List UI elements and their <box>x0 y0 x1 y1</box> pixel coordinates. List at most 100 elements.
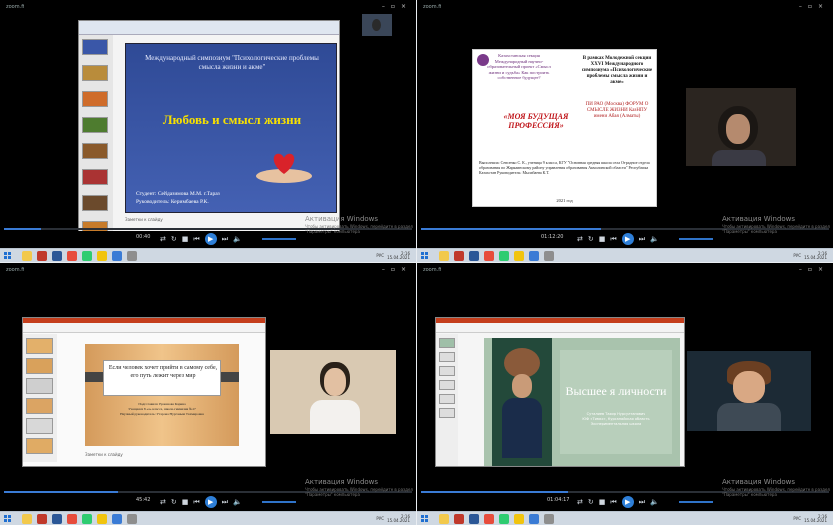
slide-thumb[interactable] <box>439 408 455 418</box>
whatsapp-icon[interactable] <box>499 514 509 524</box>
stop-icon[interactable]: ■ <box>599 497 606 508</box>
app-icon[interactable] <box>127 251 137 261</box>
slide-thumb[interactable] <box>82 117 108 133</box>
start-icon[interactable] <box>4 252 12 260</box>
slide-thumb[interactable] <box>439 380 455 390</box>
volume-slider[interactable] <box>679 238 713 240</box>
word-icon[interactable] <box>52 514 62 524</box>
app-icon[interactable] <box>37 514 47 524</box>
slide-thumb[interactable] <box>26 378 53 394</box>
slide-thumb[interactable] <box>82 39 108 55</box>
volume-slider[interactable] <box>262 238 296 240</box>
opera-icon[interactable] <box>484 251 494 261</box>
window-controls-icon[interactable]: –▫× <box>799 3 829 10</box>
volume-icon[interactable]: 🔈 <box>233 234 242 245</box>
next-icon[interactable]: ⏭ <box>222 234 228 245</box>
shuffle-icon[interactable]: ⇄ <box>577 234 583 245</box>
word-icon[interactable] <box>469 251 479 261</box>
language-indicator[interactable]: РУС <box>793 516 801 521</box>
repeat-icon[interactable]: ↻ <box>588 497 594 508</box>
player-icon[interactable] <box>112 514 122 524</box>
start-icon[interactable] <box>421 515 429 523</box>
shuffle-icon[interactable]: ⇄ <box>160 234 166 245</box>
app-icon[interactable] <box>127 514 137 524</box>
app-icon[interactable] <box>454 251 464 261</box>
explorer-icon[interactable] <box>439 251 449 261</box>
stop-icon[interactable]: ■ <box>182 497 189 508</box>
next-icon[interactable]: ⏭ <box>639 234 645 245</box>
start-icon[interactable] <box>421 252 429 260</box>
volume-icon[interactable]: 🔈 <box>233 497 242 508</box>
slide-thumb[interactable] <box>82 169 108 185</box>
stop-icon[interactable]: ■ <box>599 234 606 245</box>
whatsapp-icon[interactable] <box>82 514 92 524</box>
window-controls-icon[interactable]: –▫× <box>799 266 829 273</box>
stop-icon[interactable]: ■ <box>182 234 189 245</box>
next-icon[interactable]: ⏭ <box>222 497 228 508</box>
explorer-icon[interactable] <box>22 514 32 524</box>
system-clock[interactable]: 2:16 15.04.2021 <box>387 515 410 523</box>
explorer-icon[interactable] <box>22 251 32 261</box>
repeat-icon[interactable]: ↻ <box>588 234 594 245</box>
previous-icon[interactable]: ⏮ <box>193 497 199 508</box>
app-icon[interactable] <box>544 251 554 261</box>
previous-icon[interactable]: ⏮ <box>610 234 616 245</box>
start-icon[interactable] <box>4 515 12 523</box>
app-icon[interactable] <box>544 514 554 524</box>
explorer-icon[interactable] <box>439 514 449 524</box>
slide-thumb[interactable] <box>26 338 53 354</box>
app-icon[interactable] <box>454 514 464 524</box>
language-indicator[interactable]: РУС <box>793 253 801 258</box>
volume-icon[interactable]: 🔈 <box>650 497 659 508</box>
system-clock[interactable]: 2:16 15.04.2021 <box>387 252 410 260</box>
slide-thumb[interactable] <box>439 366 455 376</box>
play-button[interactable]: ▶ <box>204 233 217 245</box>
opera-icon[interactable] <box>484 514 494 524</box>
chrome-icon[interactable] <box>514 514 524 524</box>
window-controls-icon[interactable]: –▫× <box>382 3 412 10</box>
slide-thumb[interactable] <box>26 418 53 434</box>
slide-thumb[interactable] <box>439 352 455 362</box>
opera-icon[interactable] <box>67 251 77 261</box>
slide-thumb[interactable] <box>26 398 53 414</box>
play-button[interactable]: ▶ <box>204 496 217 508</box>
player-icon[interactable] <box>529 251 539 261</box>
chrome-icon[interactable] <box>97 514 107 524</box>
slide-thumb[interactable] <box>82 91 108 107</box>
slide-thumb[interactable] <box>26 358 53 374</box>
volume-slider[interactable] <box>679 501 713 503</box>
system-clock[interactable]: 2:16 15.04.2021 <box>804 515 827 523</box>
notes-hint[interactable]: Заметки к слайду <box>85 452 123 457</box>
slide-thumb[interactable] <box>82 65 108 81</box>
player-icon[interactable] <box>112 251 122 261</box>
previous-icon[interactable]: ⏮ <box>193 234 199 245</box>
play-button[interactable]: ▶ <box>621 496 634 508</box>
play-button[interactable]: ▶ <box>621 233 634 245</box>
whatsapp-icon[interactable] <box>82 251 92 261</box>
volume-icon[interactable]: 🔈 <box>650 234 659 245</box>
word-icon[interactable] <box>469 514 479 524</box>
previous-icon[interactable]: ⏮ <box>610 497 616 508</box>
whatsapp-icon[interactable] <box>499 251 509 261</box>
player-icon[interactable] <box>529 514 539 524</box>
notes-hint[interactable]: Заметки к слайду <box>125 217 163 222</box>
volume-slider[interactable] <box>262 501 296 503</box>
app-icon[interactable] <box>37 251 47 261</box>
opera-icon[interactable] <box>67 514 77 524</box>
language-indicator[interactable]: РУС <box>376 516 384 521</box>
slide-thumb[interactable] <box>82 195 108 211</box>
chrome-icon[interactable] <box>97 251 107 261</box>
repeat-icon[interactable]: ↻ <box>171 234 177 245</box>
chrome-icon[interactable] <box>514 251 524 261</box>
shuffle-icon[interactable]: ⇄ <box>160 497 166 508</box>
next-icon[interactable]: ⏭ <box>639 497 645 508</box>
system-clock[interactable]: 2:16 15.04.2021 <box>804 252 827 260</box>
slide-thumb[interactable] <box>439 394 455 404</box>
slide-thumb[interactable] <box>82 143 108 159</box>
slide-thumb[interactable] <box>439 338 455 348</box>
window-controls-icon[interactable]: –▫× <box>382 266 412 273</box>
language-indicator[interactable]: РУС <box>376 253 384 258</box>
repeat-icon[interactable]: ↻ <box>171 497 177 508</box>
shuffle-icon[interactable]: ⇄ <box>577 497 583 508</box>
word-icon[interactable] <box>52 251 62 261</box>
